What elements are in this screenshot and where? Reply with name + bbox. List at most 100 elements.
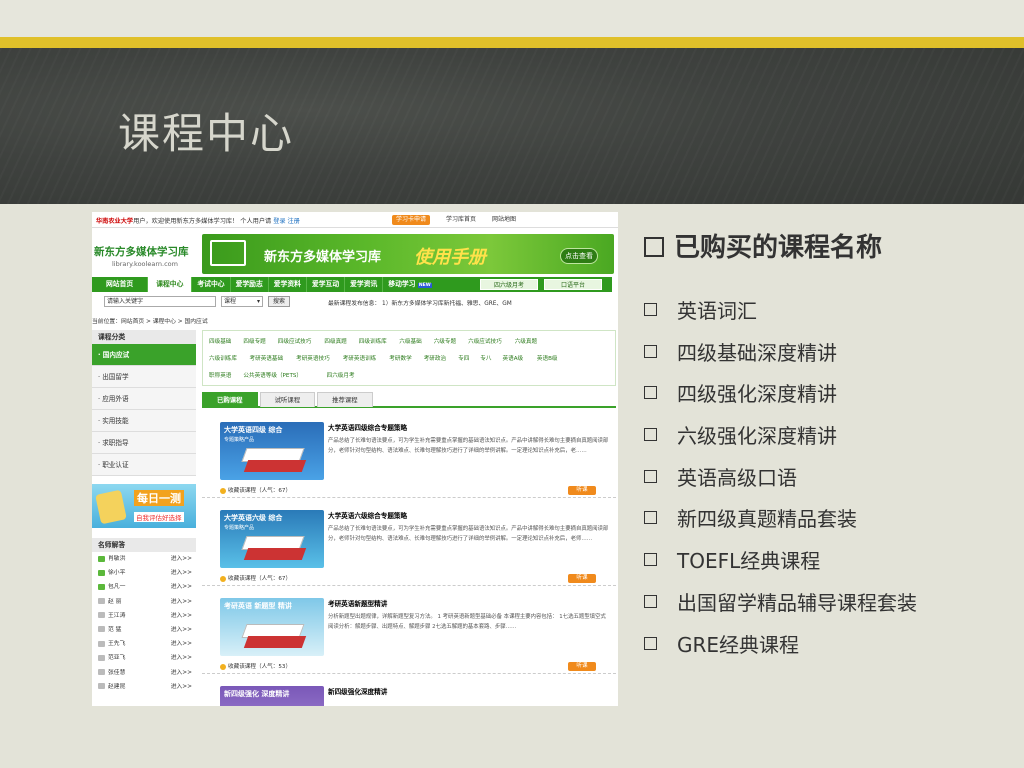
subcategory-link[interactable]: 英语B级 <box>537 354 558 362</box>
sidebar-item-applied-language[interactable]: · 应用外语 <box>92 388 196 410</box>
nav-inspire[interactable]: 爱学励志 <box>231 277 269 292</box>
subcategory-link[interactable]: 四六级月考 <box>327 371 355 379</box>
listen-button[interactable]: 听课 <box>568 662 596 671</box>
course-thumbnail[interactable]: 考研英语 新题型 精讲 <box>220 598 324 656</box>
tab-recommended[interactable]: 推荐课程 <box>317 392 373 407</box>
subcategory-link[interactable]: 考研英语训练 <box>343 354 377 362</box>
subcategory-link[interactable]: 四级专题 <box>243 337 265 345</box>
sidebar-item-practical-skills[interactable]: · 实用技能 <box>92 410 196 432</box>
teacher-enter-link[interactable]: 进入>> <box>171 595 192 609</box>
teacher-enter-link[interactable]: 进入>> <box>171 680 192 694</box>
teacher-enter-link[interactable]: 进入>> <box>171 566 192 580</box>
course-news-ticker[interactable]: 最新课程发布信息： 1）新东方多媒体学习库新托福、雅思、GRE、GM <box>328 298 512 307</box>
favorite-course-link[interactable]: 收藏该课程（人气：67） <box>220 486 291 494</box>
course-name: GRE经典课程 <box>677 632 800 657</box>
teacher-enter-link[interactable]: 进入>> <box>171 609 192 623</box>
search-input[interactable]: 请输入关键字 <box>104 296 216 307</box>
site-logo[interactable]: 新东方多媒体学习库 library.koolearn.com <box>92 234 200 276</box>
course-title[interactable]: 大学英语四级综合专题策略 <box>328 422 407 432</box>
teacher-row[interactable]: 张佳慧 进入>> <box>92 666 196 680</box>
teacher-enter-link[interactable]: 进入>> <box>171 580 192 594</box>
teacher-enter-link[interactable]: 进入>> <box>171 637 192 651</box>
login-link[interactable]: 登录 <box>273 218 285 225</box>
checkbox-icon <box>644 303 657 316</box>
course-title[interactable]: 考研英语新题型精讲 <box>328 598 387 608</box>
course-name: 英语词汇 <box>677 299 757 323</box>
listen-button[interactable]: 听课 <box>568 486 596 495</box>
daily-test-banner[interactable]: 每日一测 自我评估好选择 <box>92 484 196 528</box>
nav-course-center[interactable]: 课程中心 <box>148 277 193 292</box>
teacher-enter-link[interactable]: 进入>> <box>171 552 192 566</box>
course-thumbnail[interactable]: 大学英语六级 综合 专题策略产品 <box>220 510 324 568</box>
library-home-link[interactable]: 学习库首页 <box>442 215 480 225</box>
monthly-test-button[interactable]: 四六级月考 <box>480 279 538 290</box>
teacher-row[interactable]: 徐小平 进入>> <box>92 566 196 580</box>
nav-news[interactable]: 爱学资讯 <box>345 277 384 292</box>
tab-purchased[interactable]: 已购课程 <box>202 392 258 407</box>
teacher-enter-link[interactable]: 进入>> <box>171 651 192 665</box>
course-title[interactable]: 大学英语六级综合专题策略 <box>328 510 407 520</box>
sidebar-item-job-guide[interactable]: · 求职指导 <box>92 432 196 454</box>
subcategory-link[interactable]: 六级真题 <box>515 337 537 345</box>
register-link[interactable]: 注册 <box>288 218 300 225</box>
subcategory-link[interactable]: 专四 <box>458 354 469 362</box>
sitemap-link[interactable]: 网站地图 <box>488 215 520 225</box>
purchased-course-item: 四级基础深度精讲 <box>644 339 1004 381</box>
nav-interact[interactable]: 爱学互动 <box>307 277 346 292</box>
subcategory-link[interactable]: 六级基础 <box>399 337 421 345</box>
subcategory-link[interactable]: 四级真题 <box>324 337 346 345</box>
favorite-course-link[interactable]: 收藏该课程（人气：67） <box>220 574 291 582</box>
subcategory-link[interactable]: 英语A级 <box>503 354 524 362</box>
subcategory-link[interactable]: 四级训练库 <box>359 337 387 345</box>
oral-platform-button[interactable]: 口语平台 <box>544 279 602 290</box>
teacher-row[interactable]: 范亚飞 进入>> <box>92 651 196 665</box>
nav-exam-center[interactable]: 考试中心 <box>192 277 231 292</box>
teacher-enter-link[interactable]: 进入>> <box>171 623 192 637</box>
teacher-name: 王江涛 <box>108 612 126 619</box>
teacher-row[interactable]: 王江涛 进入>> <box>92 609 196 623</box>
teacher-row[interactable]: 包凡一 进入>> <box>92 580 196 594</box>
listen-button[interactable]: 听课 <box>568 574 596 583</box>
sidebar-item-certification[interactable]: · 职业认证 <box>92 454 196 476</box>
banner-view-button[interactable]: 点击查看 <box>560 248 598 264</box>
teacher-name: 范亚飞 <box>108 655 126 662</box>
subcategory-link[interactable]: 六级训练库 <box>209 354 237 362</box>
nav-home[interactable]: 网站首页 <box>92 277 149 292</box>
sidebar-item-domestic[interactable]: · 国内应试 <box>92 344 196 366</box>
subcategory-link[interactable]: 四级应试技巧 <box>278 337 312 345</box>
teacher-status-icon <box>98 583 105 590</box>
purchased-course-item: 六级强化深度精讲 <box>644 422 1004 464</box>
teacher-row[interactable]: 赵 丽 进入>> <box>92 595 196 609</box>
subcategory-link[interactable]: 六级应试技巧 <box>468 337 502 345</box>
subcategory-link[interactable]: 考研英语技巧 <box>296 354 330 362</box>
tab-trial[interactable]: 试听课程 <box>259 392 316 407</box>
teacher-row[interactable]: 肖敏洪 进入>> <box>92 552 196 566</box>
subcategory-link[interactable]: 职称英语 <box>209 371 231 379</box>
card-apply-button[interactable]: 学习卡申请 <box>392 215 431 225</box>
course-thumbnail[interactable]: 新四级强化 深度精讲 <box>220 686 324 706</box>
manual-banner[interactable]: 新东方多媒体学习库 使用手册 点击查看 <box>202 234 614 274</box>
checkbox-icon <box>644 594 657 608</box>
favorite-course-link[interactable]: 收藏该课程（人气：53） <box>220 662 291 670</box>
subcategory-link[interactable]: 六级专题 <box>434 337 456 345</box>
nav-materials[interactable]: 爱学资料 <box>269 277 307 292</box>
teacher-status-icon <box>98 555 105 562</box>
course-title[interactable]: 新四级强化深度精讲 <box>328 686 387 696</box>
subcategory-link[interactable]: 考研数学 <box>389 354 411 362</box>
subcategory-link[interactable]: 专八 <box>480 354 491 362</box>
subcategory-link[interactable]: 四级基础 <box>209 337 231 345</box>
course-thumbnail[interactable]: 大学英语四级 综合 专题策略产品 <box>220 422 324 480</box>
teacher-row[interactable]: 王先飞 进入>> <box>92 637 196 651</box>
subcategory-link[interactable]: 公共英语等级（PETS） <box>243 371 302 379</box>
search-button[interactable]: 搜索 <box>268 296 290 307</box>
teacher-enter-link[interactable]: 进入>> <box>171 666 192 680</box>
teacher-row[interactable]: 范 猛 进入>> <box>92 623 196 637</box>
search-type-select[interactable]: 课程 ▾ <box>221 296 263 307</box>
nav-mobile[interactable]: 移动学习 NEW <box>383 277 436 292</box>
sidebar-item-abroad[interactable]: · 出国留学 <box>92 366 196 388</box>
teacher-row[interactable]: 赵建昆 进入>> <box>92 680 196 694</box>
course-list: 大学英语四级 综合 专题策略产品 大学英语四级综合专题策略 产品总结了长难句语法要点，… <box>202 410 616 706</box>
course-tabs: 已购课程 试听课程 推荐课程 <box>202 392 616 408</box>
subcategory-link[interactable]: 考研英语基础 <box>250 354 284 362</box>
subcategory-link[interactable]: 考研政治 <box>424 354 446 362</box>
